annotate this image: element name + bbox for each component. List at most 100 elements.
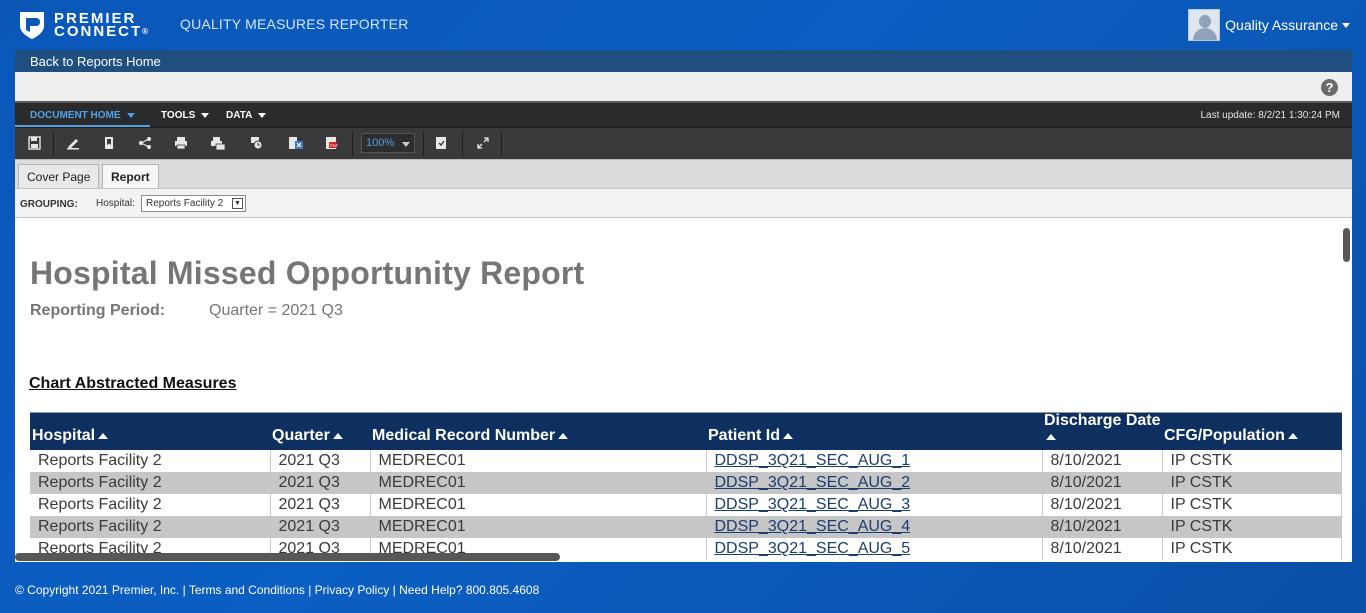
logo-text: PREMIER CONNECT® [54,11,149,39]
chevron-down-icon [201,112,210,118]
cell-hospital: Reports Facility 2 [30,494,271,516]
cell-discharge-date: 8/10/2021 [1042,516,1163,538]
print-all-icon[interactable] [211,136,226,151]
user-menu[interactable]: Quality Assurance [1188,9,1350,41]
logo-registered-mark: ® [142,27,149,36]
chevron-down-icon [126,112,135,118]
patient-id-link[interactable]: DDSP_3Q21_SEC_AUG_4 [715,518,911,535]
patient-id-link[interactable]: DDSP_3Q21_SEC_AUG_5 [715,540,911,557]
measures-table: Hospital Quarter Medical Record Number P… [30,412,1342,560]
chevron-down-icon [1342,22,1350,28]
patient-id-link[interactable]: DDSP_3Q21_SEC_AUG_3 [715,496,911,513]
sort-ascending-icon [332,432,343,439]
edit-icon[interactable] [66,136,80,150]
help-bar: ? [15,72,1352,103]
schedule-icon[interactable] [249,136,263,150]
help-icon[interactable]: ? [1321,79,1338,96]
save-icon[interactable] [28,136,42,150]
cell-patient-id: DDSP_3Q21_SEC_AUG_2 [706,472,1043,494]
refresh-data-icon[interactable] [434,136,448,150]
cell-quarter: 2021 Q3 [270,450,371,472]
top-header: PREMIER CONNECT® QUALITY MEASURES REPORT… [0,0,1366,50]
menu-tools-label: TOOLS [161,110,196,121]
zoom-value: 100% [366,137,395,149]
table-row: Reports Facility 2 2021 Q3 MEDREC01 DDSP… [30,450,1342,472]
cell-discharge-date: 8/10/2021 [1042,472,1163,494]
patient-id-link[interactable]: DDSP_3Q21_SEC_AUG_1 [715,452,911,469]
grouping-label: GROUPING: [20,199,78,210]
table-header-row: Hospital Quarter Medical Record Number P… [30,412,1342,450]
cell-medical-record-number: MEDREC01 [370,472,707,494]
cell-cfg-population: IP CSTK [1162,494,1342,516]
menu-data-label: DATA [226,110,253,121]
menu-document-home-label: DOCUMENT HOME [30,110,121,121]
cell-hospital: Reports Facility 2 [30,450,271,472]
menu-bar: DOCUMENT HOME TOOLS DATA Last update: 8/… [15,103,1352,127]
horizontal-scrollbar[interactable] [15,553,560,561]
table-row: Reports Facility 2 2021 Q3 MEDREC01 DDSP… [30,472,1342,494]
avatar [1188,9,1221,41]
vertical-scrollbar[interactable] [1343,228,1350,262]
premier-logo[interactable]: PREMIER CONNECT® [16,9,148,41]
cell-quarter: 2021 Q3 [270,516,371,538]
cell-hospital: Reports Facility 2 [30,516,271,538]
hospital-select[interactable]: Reports Facility 2 ▼ [141,195,246,212]
column-header-patient-id[interactable]: Patient Id [706,412,1042,450]
hospital-select-value: Reports Facility 2 [146,198,224,209]
sort-ascending-icon [98,432,109,439]
chevron-down-icon: ▼ [232,198,243,209]
cell-cfg-population: IP CSTK [1162,516,1342,538]
svg-text:PDF: PDF [330,143,338,148]
patient-id-link[interactable]: DDSP_3Q21_SEC_AUG_2 [715,474,911,491]
sort-ascending-icon [1287,432,1298,439]
hospital-label: Hospital: [96,198,135,209]
print-icon[interactable] [174,136,188,150]
menu-tools[interactable]: TOOLS [161,110,210,121]
column-header-cfg-population[interactable]: CFG/Population [1162,412,1342,450]
cell-quarter: 2021 Q3 [270,494,371,516]
cell-cfg-population: IP CSTK [1162,450,1342,472]
cell-medical-record-number: MEDREC01 [370,494,707,516]
reporting-period-label: Reporting Period: [30,302,166,319]
report-panel: Back to Reports Home ? DOCUMENT HOME TOO… [15,50,1352,562]
tab-cover-page[interactable]: Cover Page [18,164,100,188]
cell-cfg-population: IP CSTK [1162,538,1342,560]
footer: © Copyright 2021 Premier, Inc. | Terms a… [15,583,540,597]
column-header-quarter[interactable]: Quarter [270,412,370,450]
last-update: Last update: 8/2/21 1:30:24 PM [1200,110,1340,121]
menu-data[interactable]: DATA [226,110,267,121]
column-header-hospital[interactable]: Hospital [30,412,270,450]
column-header-discharge-date[interactable]: Discharge Date [1042,412,1162,450]
toolbar: PDF 100% [15,127,1352,159]
column-header-medical-record-number[interactable]: Medical Record Number [370,412,706,450]
sort-ascending-icon [783,432,794,439]
bookmark-icon[interactable] [102,136,116,150]
cell-patient-id: DDSP_3Q21_SEC_AUG_1 [706,450,1043,472]
section-title: Chart Abstracted Measures [29,375,237,392]
cell-quarter: 2021 Q3 [270,472,371,494]
tab-report[interactable]: Report [102,164,159,189]
export-excel-icon[interactable] [288,136,303,150]
cell-medical-record-number: MEDREC01 [370,516,707,538]
cell-patient-id: DDSP_3Q21_SEC_AUG_4 [706,516,1043,538]
cell-patient-id: DDSP_3Q21_SEC_AUG_3 [706,494,1043,516]
page-title: Hospital Missed Opportunity Report [30,255,585,291]
share-icon[interactable] [138,136,152,150]
fullscreen-icon[interactable] [476,136,490,150]
report-tabs: Cover Page Report [15,159,1352,189]
export-pdf-icon[interactable]: PDF [324,136,339,150]
menu-document-home[interactable]: DOCUMENT HOME [15,110,150,127]
table-row: Reports Facility 2 2021 Q3 MEDREC01 DDSP… [30,494,1342,516]
cell-cfg-population: IP CSTK [1162,472,1342,494]
zoom-select[interactable]: 100% [361,133,415,153]
cell-medical-record-number: MEDREC01 [370,450,707,472]
cell-hospital: Reports Facility 2 [30,472,271,494]
chevron-down-icon [402,142,410,147]
back-to-reports-link[interactable]: Back to Reports Home [15,50,1352,72]
cell-patient-id: DDSP_3Q21_SEC_AUG_5 [706,538,1043,560]
premier-shield-icon [20,12,44,39]
cell-discharge-date: 8/10/2021 [1042,494,1163,516]
chevron-down-icon [258,112,267,118]
cell-discharge-date: 8/10/2021 [1042,450,1163,472]
cell-discharge-date: 8/10/2021 [1042,538,1163,560]
